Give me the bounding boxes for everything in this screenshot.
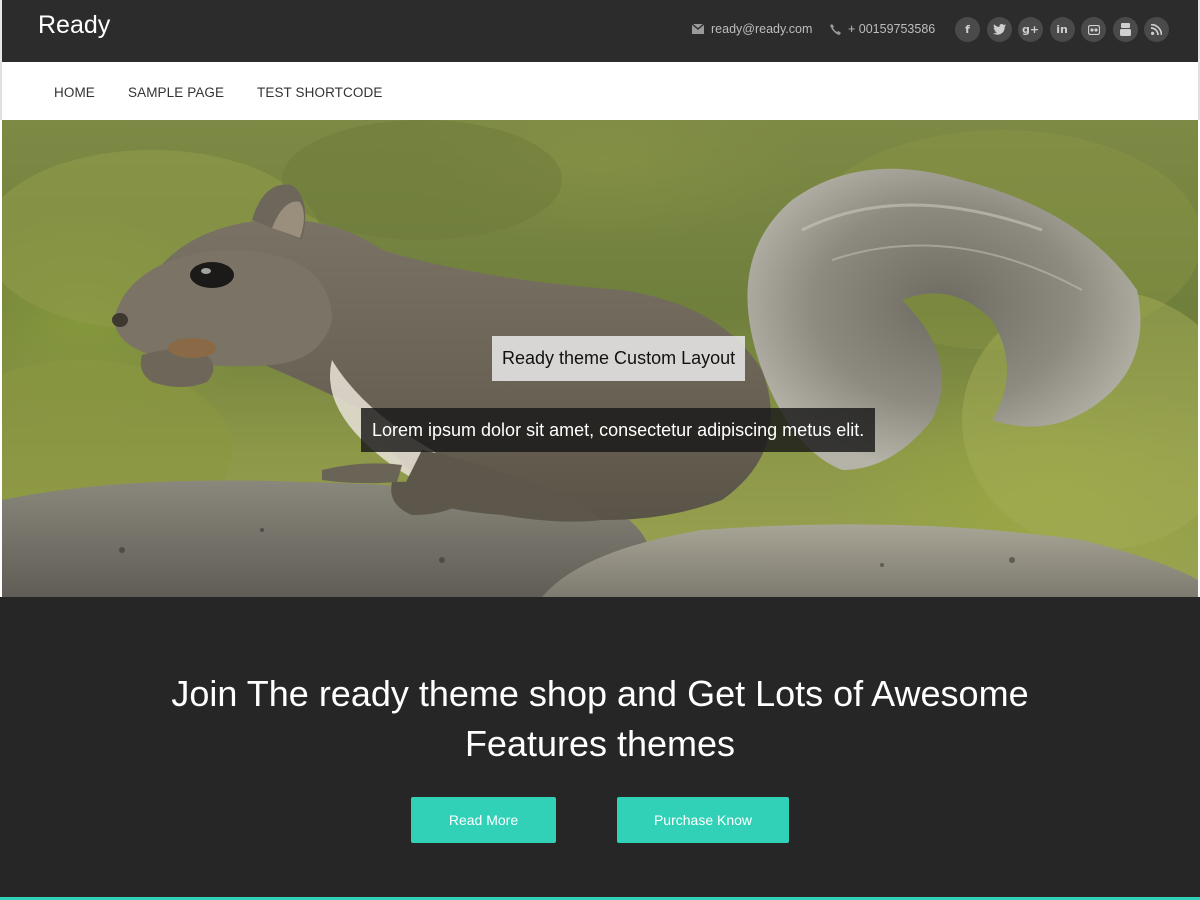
phone-text: + 00159753586 <box>848 22 936 36</box>
hero-slider[interactable]: Ready theme Custom Layout Lorem ipsum do… <box>2 120 1198 597</box>
rss-icon[interactable] <box>1144 17 1169 42</box>
envelope-icon <box>692 24 704 34</box>
nav-item-test-shortcode[interactable]: TEST SHORTCODE <box>257 85 382 100</box>
phone-icon <box>830 23 841 35</box>
google-plus-icon[interactable]: g+ <box>1018 17 1043 42</box>
nav-item-home[interactable]: HOME <box>54 85 95 100</box>
email-text: ready@ready.com <box>711 22 813 36</box>
flickr-icon[interactable] <box>1081 17 1106 42</box>
youtube-icon[interactable] <box>1112 17 1138 42</box>
social-links: f g+ in <box>955 17 1169 42</box>
main-navigation: HOME SAMPLE PAGE TEST SHORTCODE <box>0 62 1200 120</box>
twitter-icon[interactable] <box>986 17 1012 42</box>
hero-caption-text: Lorem ipsum dolor sit amet, consectetur … <box>361 408 876 452</box>
cta-heading-line2: Features themes <box>464 723 736 764</box>
read-more-button[interactable]: Read More <box>411 797 556 843</box>
nav-item-sample-page[interactable]: SAMPLE PAGE <box>128 85 224 100</box>
cta-section: Join The ready theme shop and Get Lots o… <box>0 597 1200 900</box>
hero-caption-title: Ready theme Custom Layout <box>492 336 746 381</box>
purchase-button[interactable]: Purchase Know <box>617 797 789 843</box>
facebook-icon[interactable]: f <box>955 17 980 42</box>
contact-phone[interactable]: + 00159753586 <box>830 22 935 36</box>
cta-heading-line1: Join The ready theme shop and Get Lots o… <box>171 673 1029 714</box>
site-title[interactable]: Ready <box>38 11 110 40</box>
cta-heading: Join The ready theme shop and Get Lots o… <box>100 669 1100 769</box>
contact-email[interactable]: ready@ready.com <box>692 22 812 36</box>
top-bar: Ready ready@ready.com + 00159753586 f g+… <box>0 0 1200 62</box>
linkedin-icon[interactable]: in <box>1049 17 1075 42</box>
